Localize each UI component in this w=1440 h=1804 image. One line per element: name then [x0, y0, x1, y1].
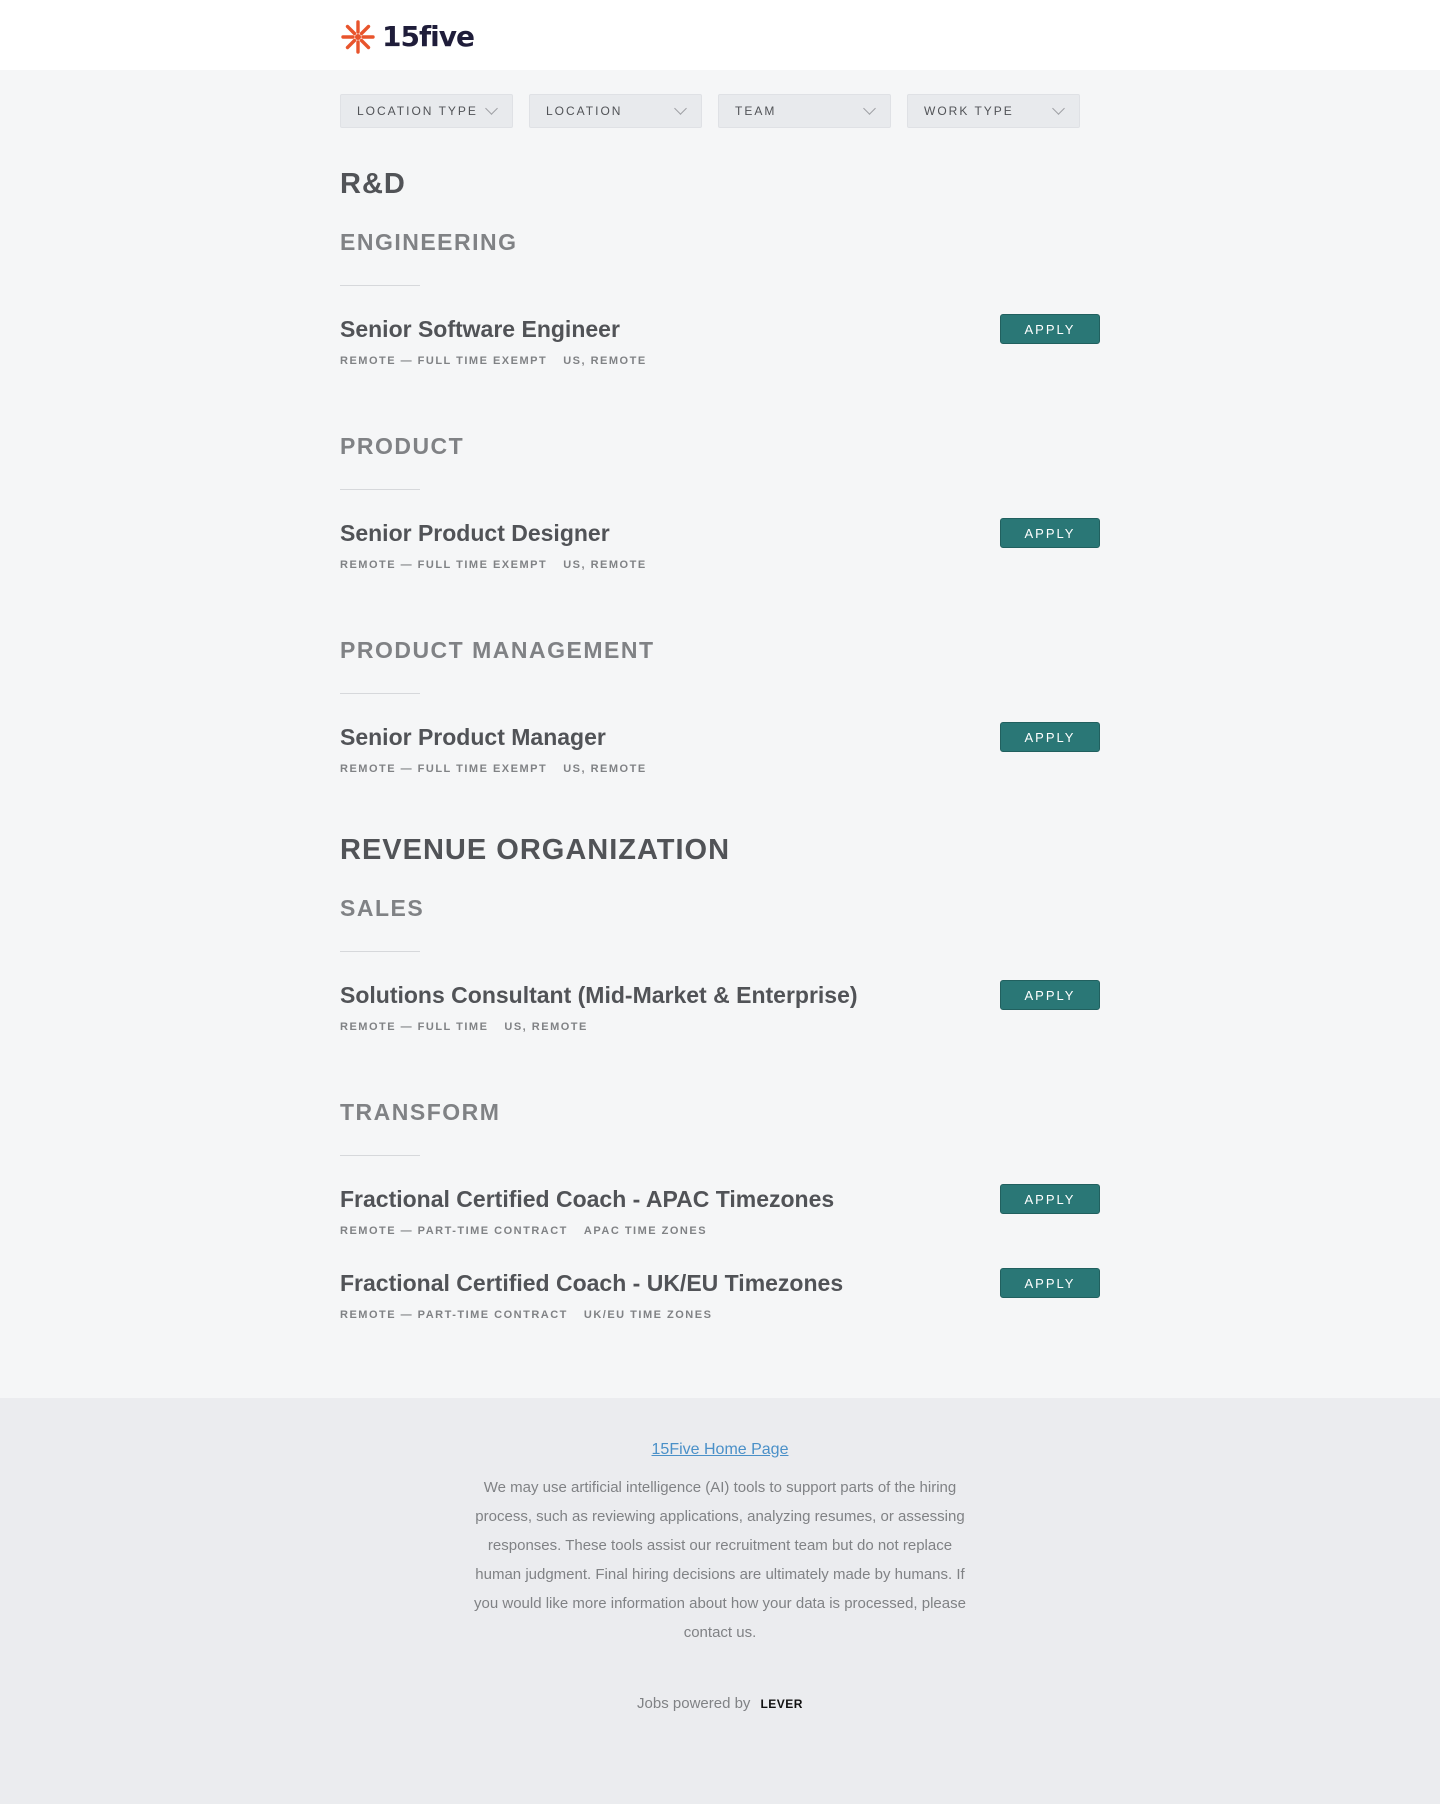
- logo-wordmark: 15five: [382, 20, 475, 53]
- page-footer: 15Five Home Page We may use artificial i…: [0, 1398, 1440, 1804]
- apply-button[interactable]: APPLY: [1000, 1268, 1100, 1298]
- section-engineering: ENGINEERING Senior Software Engineer REM…: [340, 227, 1100, 376]
- section-sales: SALES Solutions Consultant (Mid-Market &…: [340, 893, 1100, 1042]
- chevron-down-icon: [863, 102, 876, 115]
- job-location: US, REMOTE: [563, 355, 647, 367]
- job-title-link[interactable]: Senior Product Designer: [340, 518, 610, 548]
- section-title: TRANSFORM: [340, 1099, 501, 1125]
- job-commitment: REMOTE — FULL TIME EXEMPT: [340, 355, 548, 367]
- job-commitment: REMOTE — FULL TIME EXEMPT: [340, 763, 548, 775]
- job-commitment: REMOTE — FULL TIME: [340, 1021, 489, 1033]
- job-location: US, REMOTE: [504, 1021, 588, 1033]
- job-commitment: REMOTE — PART-TIME CONTRACT: [340, 1225, 568, 1237]
- section-product-management: PRODUCT MANAGEMENT Senior Product Manage…: [340, 635, 1100, 784]
- job-posting: Senior Product Manager REMOTE — FULL TIM…: [340, 722, 1100, 784]
- job-meta: REMOTE — FULL TIME EXEMPT US, REMOTE: [340, 762, 647, 776]
- chevron-down-icon: [674, 102, 687, 115]
- ai-notice-text: We may use artificial intelligence (AI) …: [474, 1479, 966, 1641]
- section-divider: [340, 951, 420, 952]
- section-divider: [340, 489, 420, 490]
- filter-team[interactable]: TEAM: [718, 94, 891, 128]
- filter-label: LOCATION: [546, 104, 623, 118]
- job-location: APAC TIME ZONES: [583, 1225, 708, 1237]
- apply-button[interactable]: APPLY: [1000, 518, 1100, 548]
- section-title: SALES: [340, 895, 425, 921]
- apply-button[interactable]: APPLY: [1000, 314, 1100, 344]
- apply-button[interactable]: APPLY: [1000, 1184, 1100, 1214]
- job-title-link[interactable]: Fractional Certified Coach - UK/EU Timez…: [340, 1268, 843, 1298]
- group-title-rnd: R&D: [340, 168, 406, 200]
- filter-work-type[interactable]: WORK TYPE: [907, 94, 1080, 128]
- chevron-down-icon: [485, 102, 498, 115]
- job-posting: Fractional Certified Coach - UK/EU Timez…: [340, 1268, 1100, 1330]
- apply-button[interactable]: APPLY: [1000, 722, 1100, 752]
- filter-bar: LOCATION TYPE LOCATION TEAM WORK TYPE: [340, 70, 1100, 128]
- filter-location[interactable]: LOCATION: [529, 94, 702, 128]
- section-title: PRODUCT: [340, 433, 465, 459]
- chevron-down-icon: [1052, 102, 1065, 115]
- filter-location-type[interactable]: LOCATION TYPE: [340, 94, 513, 128]
- section-divider: [340, 1155, 420, 1156]
- section-divider: [340, 285, 420, 286]
- job-posting: Senior Product Designer REMOTE — FULL TI…: [340, 518, 1100, 580]
- job-meta: REMOTE — PART-TIME CONTRACT UK/EU TIME Z…: [340, 1308, 712, 1322]
- job-meta: REMOTE — PART-TIME CONTRACT APAC TIME ZO…: [340, 1224, 707, 1238]
- job-commitment: REMOTE — PART-TIME CONTRACT: [340, 1309, 568, 1321]
- job-title-link[interactable]: Senior Product Manager: [340, 722, 606, 752]
- top-bar: 15five: [0, 0, 1440, 70]
- section-product: PRODUCT Senior Product Designer REMOTE —…: [340, 431, 1100, 580]
- section-transform: TRANSFORM Fractional Certified Coach - A…: [340, 1097, 1100, 1330]
- company-logo[interactable]: 15five: [340, 19, 475, 55]
- starburst-logo-icon: [341, 20, 375, 54]
- job-location: US, REMOTE: [563, 559, 647, 571]
- section-title: PRODUCT MANAGEMENT: [340, 637, 655, 663]
- lever-logo[interactable]: LEVER: [760, 1697, 803, 1711]
- apply-button[interactable]: APPLY: [1000, 980, 1100, 1010]
- job-posting: Solutions Consultant (Mid-Market & Enter…: [340, 980, 1100, 1042]
- group-title-revenue-organization: REVENUE ORGANIZATION: [340, 834, 731, 866]
- section-divider: [340, 693, 420, 694]
- job-meta: REMOTE — FULL TIME EXEMPT US, REMOTE: [340, 354, 647, 368]
- powered-by-text: Jobs powered by: [637, 1695, 751, 1712]
- job-meta: REMOTE — FULL TIME EXEMPT US, REMOTE: [340, 558, 647, 572]
- company-home-link[interactable]: 15Five Home Page: [652, 1441, 789, 1459]
- job-commitment: REMOTE — FULL TIME EXEMPT: [340, 559, 548, 571]
- job-title-link[interactable]: Solutions Consultant (Mid-Market & Enter…: [340, 980, 858, 1010]
- powered-by: Jobs powered by LEVER: [0, 1695, 1440, 1712]
- job-location: US, REMOTE: [563, 763, 647, 775]
- filter-label: LOCATION TYPE: [357, 104, 478, 118]
- job-meta: REMOTE — FULL TIME US, REMOTE: [340, 1020, 588, 1034]
- filter-label: TEAM: [735, 104, 777, 118]
- section-title: ENGINEERING: [340, 229, 518, 255]
- job-posting: Senior Software Engineer REMOTE — FULL T…: [340, 314, 1100, 376]
- filter-label: WORK TYPE: [924, 104, 1014, 118]
- job-title-link[interactable]: Fractional Certified Coach - APAC Timezo…: [340, 1184, 834, 1214]
- job-location: UK/EU TIME ZONES: [583, 1309, 713, 1321]
- job-title-link[interactable]: Senior Software Engineer: [340, 314, 620, 344]
- job-posting: Fractional Certified Coach - APAC Timezo…: [340, 1184, 1100, 1246]
- postings-content: LOCATION TYPE LOCATION TEAM WORK TYPE R&…: [340, 70, 1100, 1330]
